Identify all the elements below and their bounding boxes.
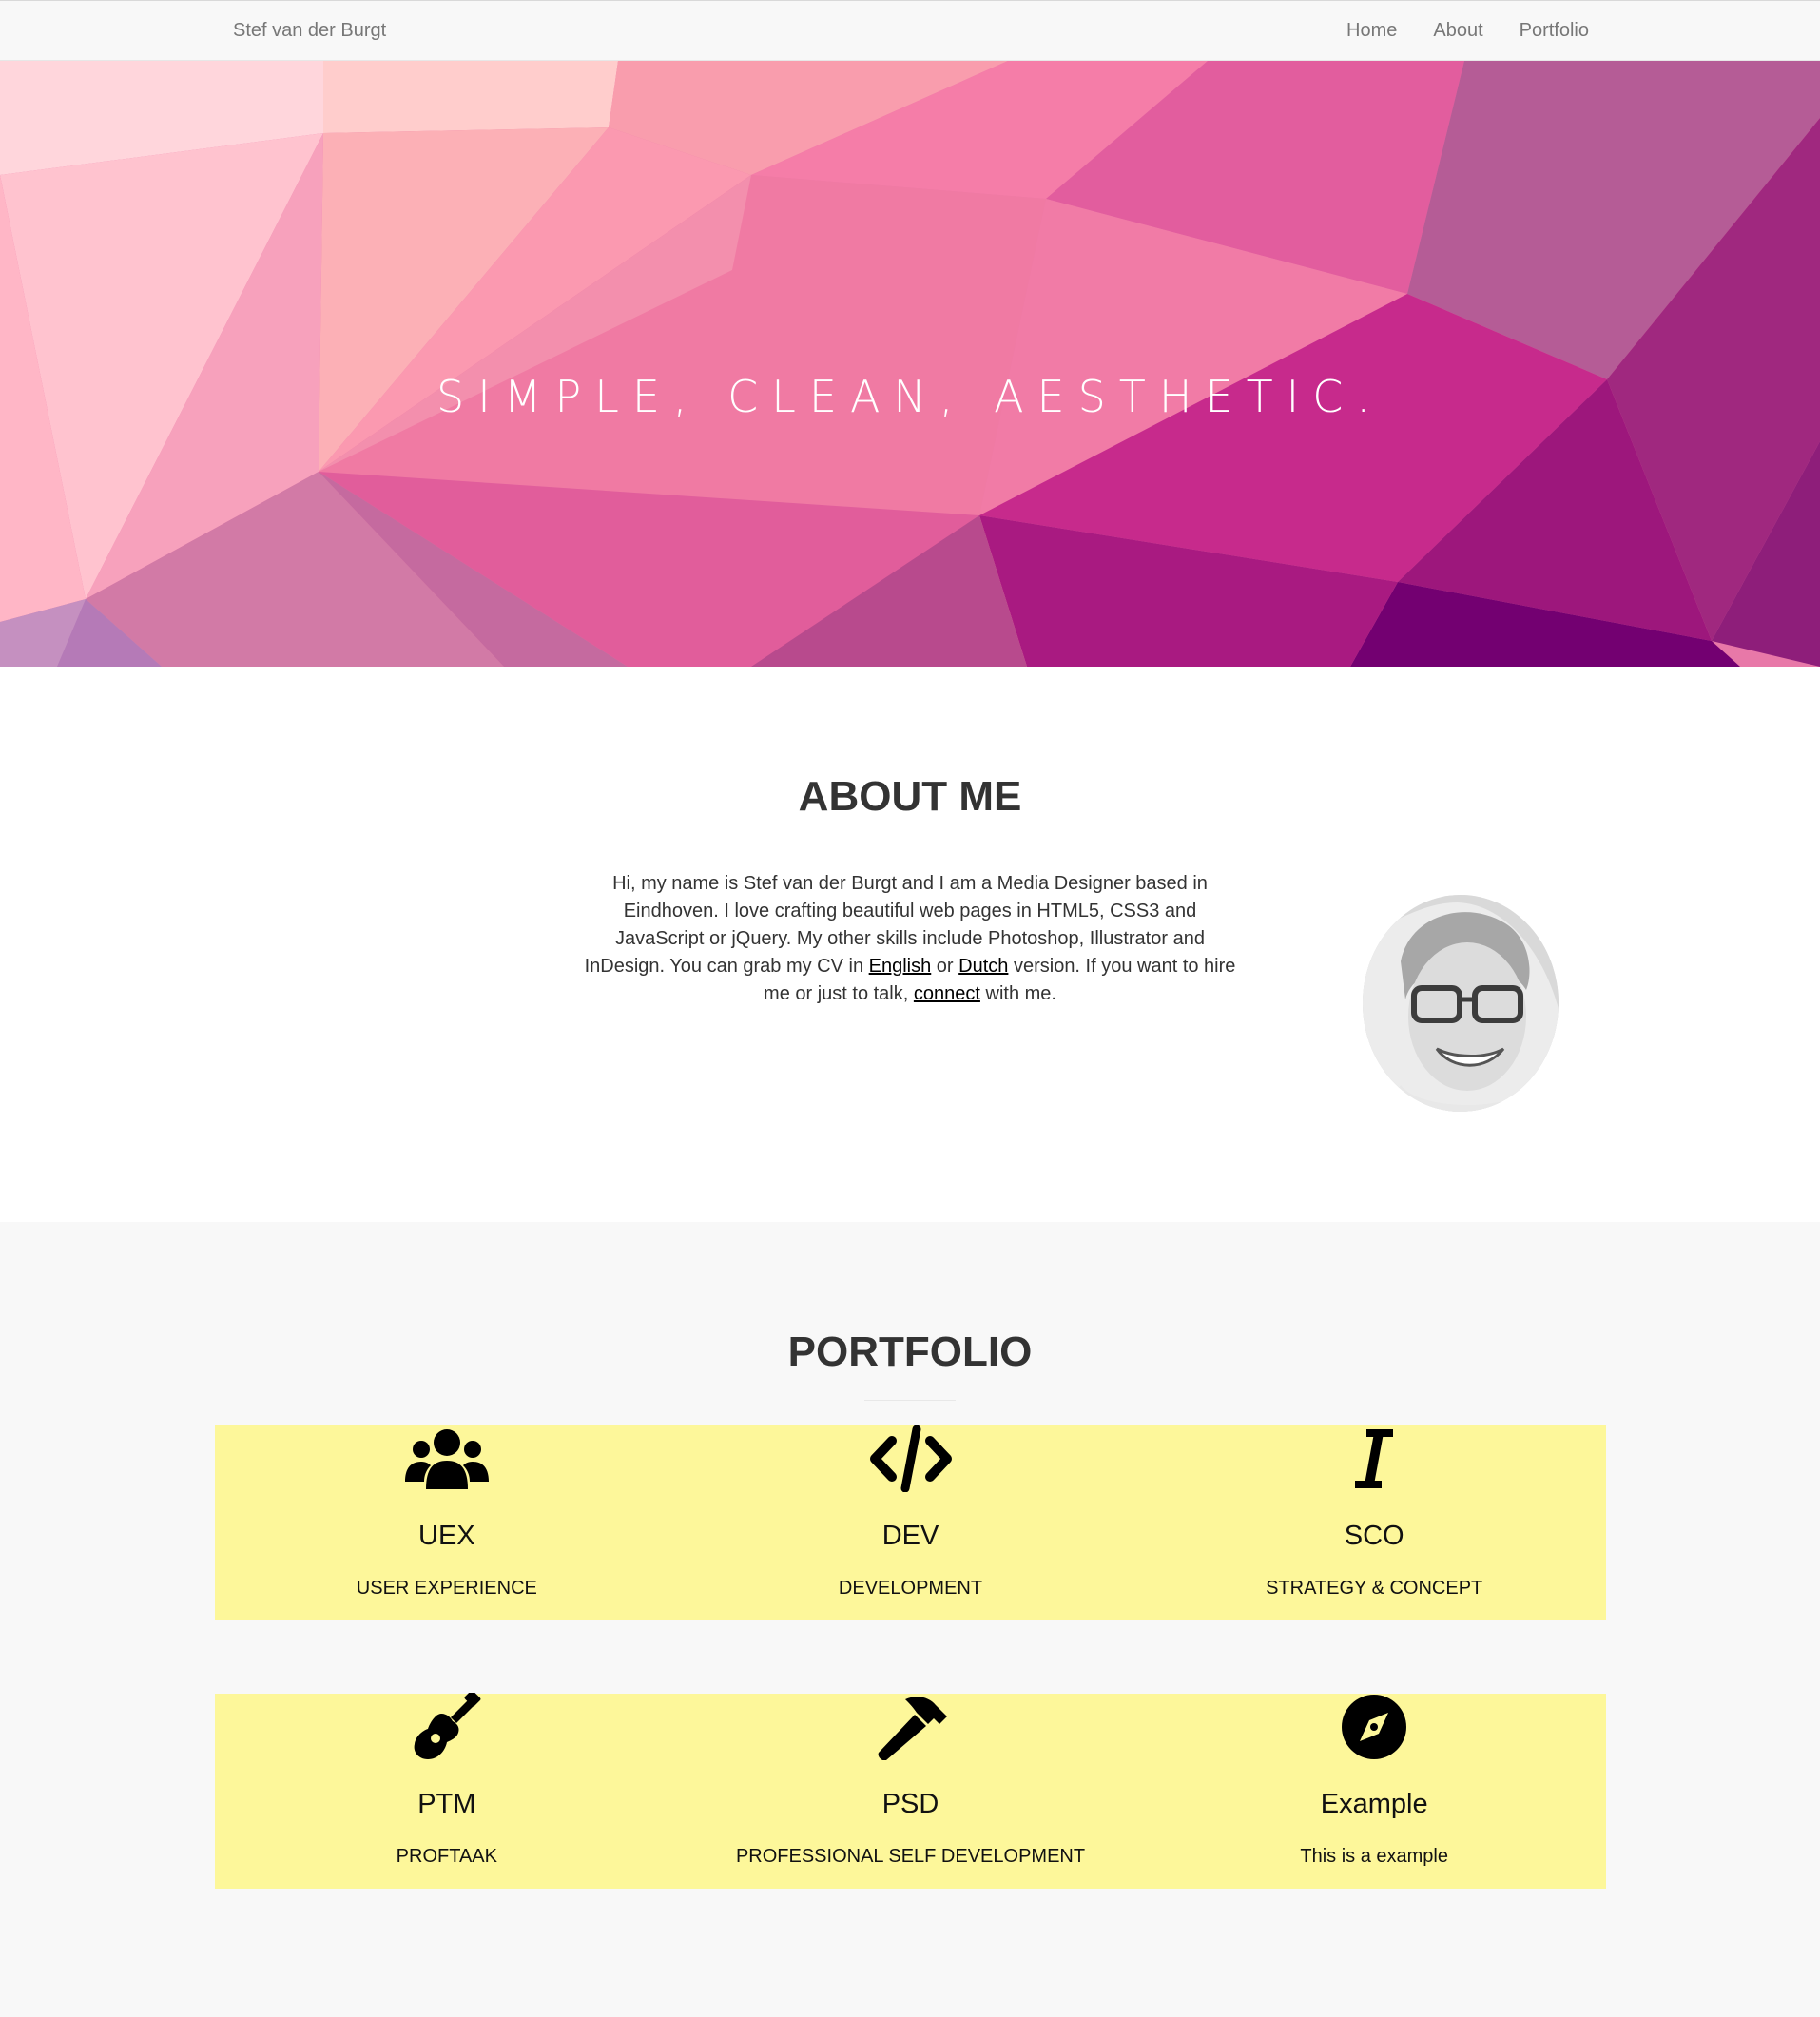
guitar-icon (215, 1693, 679, 1760)
about-text: Hi, my name is Stef van der Burgt and I … (578, 870, 1242, 1008)
users-icon (215, 1425, 679, 1492)
portfolio-row-1: UEX USER EXPERIENCE DEV DEVELOPMENT SCO … (215, 1425, 1606, 1620)
card-subtitle: PROFTAAK (396, 1846, 497, 1867)
card-title: PTM (417, 1789, 476, 1819)
about-text-end: with me. (979, 983, 1056, 1004)
hero-low-poly-background (0, 61, 1820, 667)
profile-photo (1363, 895, 1559, 1112)
cv-english-link[interactable]: English (869, 956, 932, 977)
card-title: SCO (1344, 1521, 1404, 1551)
nav-link-portfolio[interactable]: Portfolio (1520, 20, 1589, 42)
nav-links: Home About Portfolio (1346, 20, 1589, 42)
card-subtitle: STRATEGY & CONCEPT (1266, 1578, 1483, 1599)
hammer-icon (679, 1694, 1143, 1760)
code-icon (679, 1425, 1143, 1492)
card-subtitle: This is a example (1300, 1846, 1448, 1867)
hero-headline: SIMPLE, CLEAN, AESTHETIC. (436, 371, 1384, 422)
card-title: PSD (881, 1789, 939, 1819)
about-section: ABOUT ME Hi, my name is Stef van der Bur… (0, 667, 1820, 1222)
card-title: Example (1320, 1789, 1428, 1819)
navbar: Stef van der Burgt Home About Portfolio (0, 0, 1820, 61)
card-title: UEX (418, 1521, 475, 1551)
italic-icon (1142, 1425, 1606, 1492)
compass-icon (1142, 1694, 1606, 1760)
portfolio-card-example[interactable]: Example This is a example (1142, 1694, 1606, 1889)
about-title: ABOUT ME (798, 773, 1022, 820)
connect-link[interactable]: connect (914, 983, 980, 1004)
nav-link-home[interactable]: Home (1346, 20, 1397, 42)
brand-link[interactable]: Stef van der Burgt (233, 20, 386, 42)
portfolio-card-dev[interactable]: DEV DEVELOPMENT (679, 1425, 1143, 1620)
nav-link-about[interactable]: About (1433, 20, 1482, 42)
portfolio-card-uex[interactable]: UEX USER EXPERIENCE (215, 1425, 679, 1620)
portfolio-title: PORTFOLIO (787, 1329, 1033, 1375)
portfolio-card-psd[interactable]: PSD PROFESSIONAL SELF DEVELOPMENT (679, 1694, 1143, 1889)
avatar (1363, 895, 1559, 1112)
portfolio-row-2: PTM PROFTAAK PSD PROFESSIONAL SELF DEVEL… (215, 1693, 1606, 1889)
hero-banner: SIMPLE, CLEAN, AESTHETIC. (0, 61, 1820, 667)
card-subtitle: DEVELOPMENT (838, 1578, 983, 1599)
portfolio-card-ptm[interactable]: PTM PROFTAAK (215, 1693, 679, 1889)
portfolio-card-sco[interactable]: SCO STRATEGY & CONCEPT (1142, 1425, 1606, 1620)
card-subtitle: PROFESSIONAL SELF DEVELOPMENT (735, 1846, 1086, 1867)
about-text-or: or (931, 956, 959, 977)
portfolio-divider (864, 1400, 956, 1401)
portfolio-section: PORTFOLIO UEX USER EXPERIENCE DEV DEVELO… (0, 1222, 1820, 2017)
cv-dutch-link[interactable]: Dutch (958, 956, 1008, 977)
card-title: DEV (881, 1521, 939, 1551)
card-subtitle: USER EXPERIENCE (356, 1578, 537, 1599)
